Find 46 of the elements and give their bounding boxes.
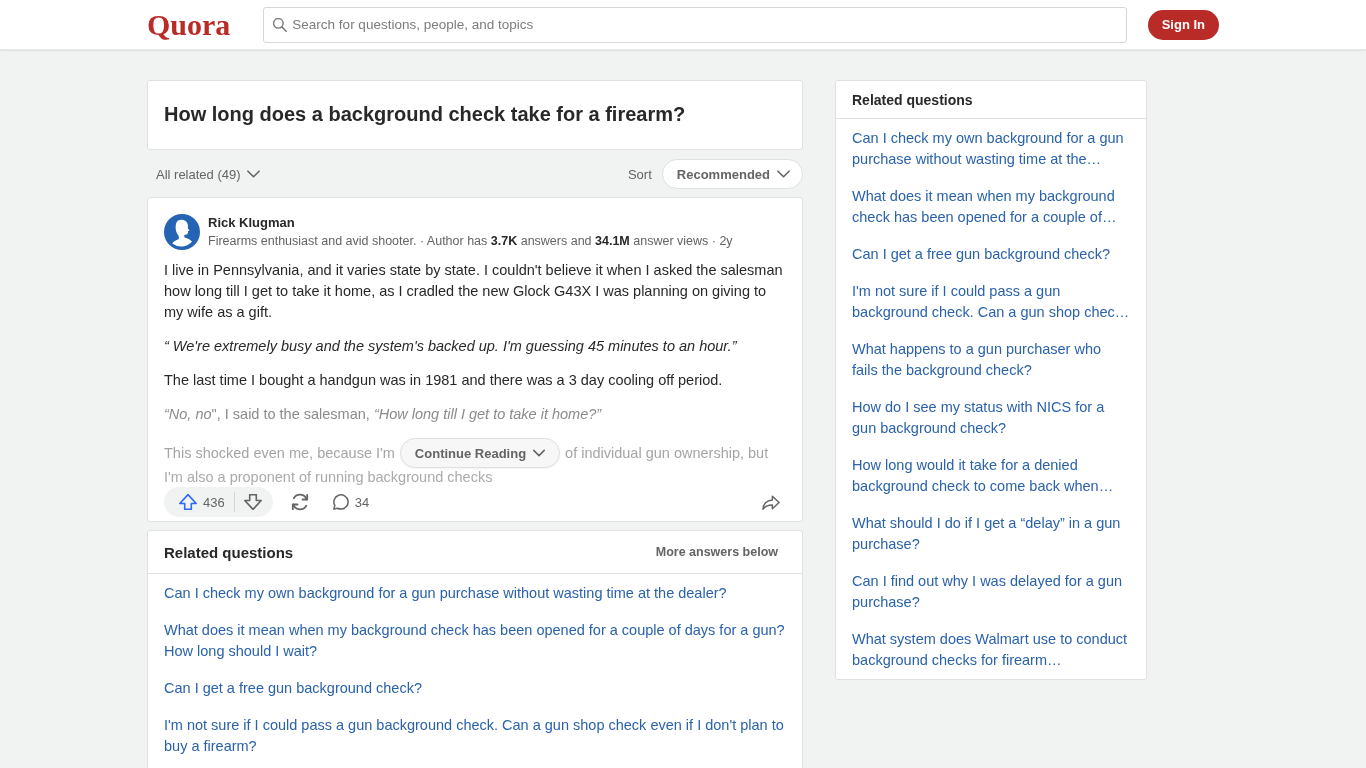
related-question-link[interactable]: What system does Walmart use to conduct background checks for firearm… (852, 629, 1130, 671)
related-question-link[interactable]: How long would it take for a denied background check to come back when… (852, 455, 1130, 497)
related-question-link[interactable]: Can I get a free gun background check? (164, 678, 786, 699)
sort-label: Sort (627, 166, 652, 182)
reshare-arrows-icon (290, 493, 309, 511)
search-icon (273, 17, 288, 32)
related-questions-heading: Related questions (164, 543, 294, 561)
caret-icon (246, 170, 260, 178)
chevron-down-icon (533, 449, 546, 457)
continue-reading-button[interactable]: Continue Reading (399, 438, 561, 468)
upvote-button[interactable]: 436 (174, 487, 230, 517)
question-title: How long does a background check take for a firearm? (164, 102, 687, 127)
sort-dropdown[interactable]: Recommended (661, 159, 803, 189)
faded-answer-text: This shocked even me, because I'm (164, 443, 395, 463)
upvote-arrow-icon (179, 494, 197, 510)
related-question-link[interactable]: Can I check my own background for a gun purchase without wasting time at the dealer? (164, 583, 786, 604)
related-question-link[interactable]: Can I find out why I was delayed for a gun purchase? (852, 571, 1130, 613)
comment-button[interactable]: 34 (326, 487, 376, 517)
author-credential: Firearms enthusiast and avid shooter. · Author has 3.7K answers and 34.1M answer views · 2y (208, 233, 733, 250)
answer-paragraph: “ We're extremely busy and the system's backed up. I'm guessing 45 minutes to an hour.” (164, 337, 738, 356)
all-related-dropdown[interactable]: All related (49) (147, 166, 260, 182)
related-question-link[interactable]: What should I do if I get a “delay” in a gun purchase? (852, 513, 1130, 555)
related-question-link[interactable]: What does it mean when my background check has been opened for a couple of… (852, 186, 1130, 228)
logo[interactable]: Quora (147, 9, 231, 40)
related-questions-heading: Related questions (852, 91, 973, 108)
search-field[interactable]: Search for questions, people, and topics (263, 6, 1128, 43)
comment-bubble-icon (332, 494, 349, 510)
related-question-link[interactable]: What does it mean when my background check has been opened for a couple of days for a gun? How long should I wait? (164, 620, 786, 662)
downvote-arrow-icon (243, 494, 262, 510)
related-question-link[interactable]: I'm not sure if I could pass a gun background check. Can a gun shop chec… (852, 281, 1130, 323)
faded-answer-text: I'm also a proponent of running background checks (164, 468, 493, 486)
caret-icon (777, 170, 790, 178)
related-question-link[interactable]: Can I check my own background for a gun purchase without wasting time at the… (852, 128, 1130, 170)
more-answers-label: More answers below (655, 545, 778, 559)
related-question-link[interactable]: I'm not sure if I could pass a gun background check. Can a gun shop check even if I don't plan to buy a firearm? (164, 715, 786, 757)
answer-paragraph: “No, no", I said to the salesman, “How long till I get to take it home?” (164, 405, 603, 424)
related-question-link[interactable]: What happens to a gun purchaser who fails the background check? (852, 339, 1130, 381)
share-icon (762, 494, 780, 510)
related-question-link[interactable]: How do I see my status with NICS for a gun background check? (852, 397, 1130, 439)
faded-answer-text: of individual gun ownership, but (565, 443, 769, 463)
avatar-icon[interactable] (164, 214, 200, 250)
sign-in-button[interactable]: Sign In (1147, 9, 1219, 40)
author-name[interactable]: Rick Klugman (208, 214, 733, 231)
related-question-link[interactable]: Can I get a free gun background check? (852, 244, 1130, 265)
answer-paragraph: The last time I bought a handgun was in 1981 and there was a 3 day cooling off period. (164, 371, 724, 390)
answer-paragraph: I live in Pennsylvania, and it varies state by state. I couldn't believe it when I asked the salesman how long till I get to take it home, as I cradled the new Glock G43X I was planning on giving to my wife as a gift. (164, 261, 784, 322)
